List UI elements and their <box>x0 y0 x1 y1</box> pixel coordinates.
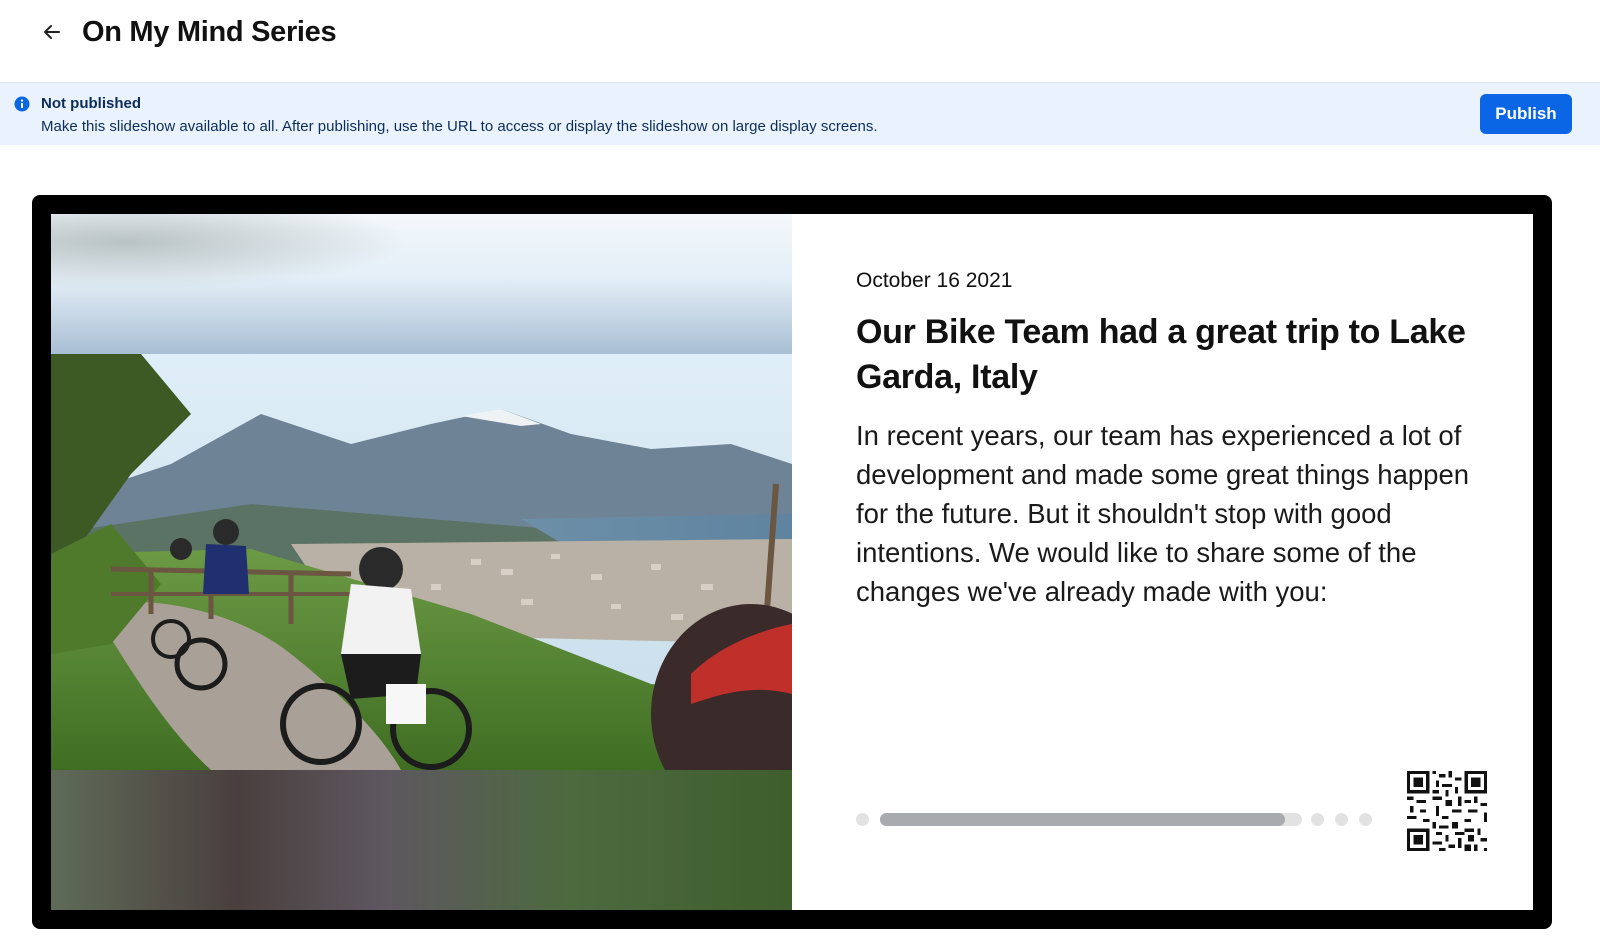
slide-content: October 16 2021 Our Bike Team had a grea… <box>856 214 1487 910</box>
slide-date: October 16 2021 <box>856 269 1013 292</box>
arrow-left-icon <box>44 25 60 39</box>
progress-dot-4[interactable] <box>1335 813 1348 826</box>
media-blur-top <box>51 214 792 354</box>
info-circle-icon <box>14 96 30 112</box>
progress-dot-3[interactable] <box>1311 813 1324 826</box>
publish-status-banner: Not published Make this slideshow availa… <box>0 82 1600 145</box>
back-button[interactable] <box>40 20 64 44</box>
progress-dot-5[interactable] <box>1359 813 1372 826</box>
progress-track-current[interactable] <box>880 813 1302 826</box>
media-blur-bottom <box>51 770 792 910</box>
page-header: On My Mind Series <box>0 0 1600 82</box>
slide-progress <box>856 811 1386 827</box>
banner-title: Not published <box>41 95 141 112</box>
slideshow-preview-frame: October 16 2021 Our Bike Team had a grea… <box>32 195 1552 929</box>
progress-fill <box>880 813 1286 826</box>
banner-description: Make this slideshow available to all. Af… <box>41 118 878 135</box>
qr-code-icon <box>1407 771 1487 851</box>
slide-body: In recent years, our team has experience… <box>856 420 1470 607</box>
page-title: On My Mind Series <box>82 15 337 48</box>
slide: October 16 2021 Our Bike Team had a grea… <box>51 214 1533 910</box>
progress-dot-1[interactable] <box>856 813 869 826</box>
publish-button[interactable]: Publish <box>1480 94 1572 134</box>
slide-photo <box>51 354 792 770</box>
slide-media <box>51 214 792 910</box>
slide-title: Our Bike Team had a great trip to Lake G… <box>856 313 1466 396</box>
